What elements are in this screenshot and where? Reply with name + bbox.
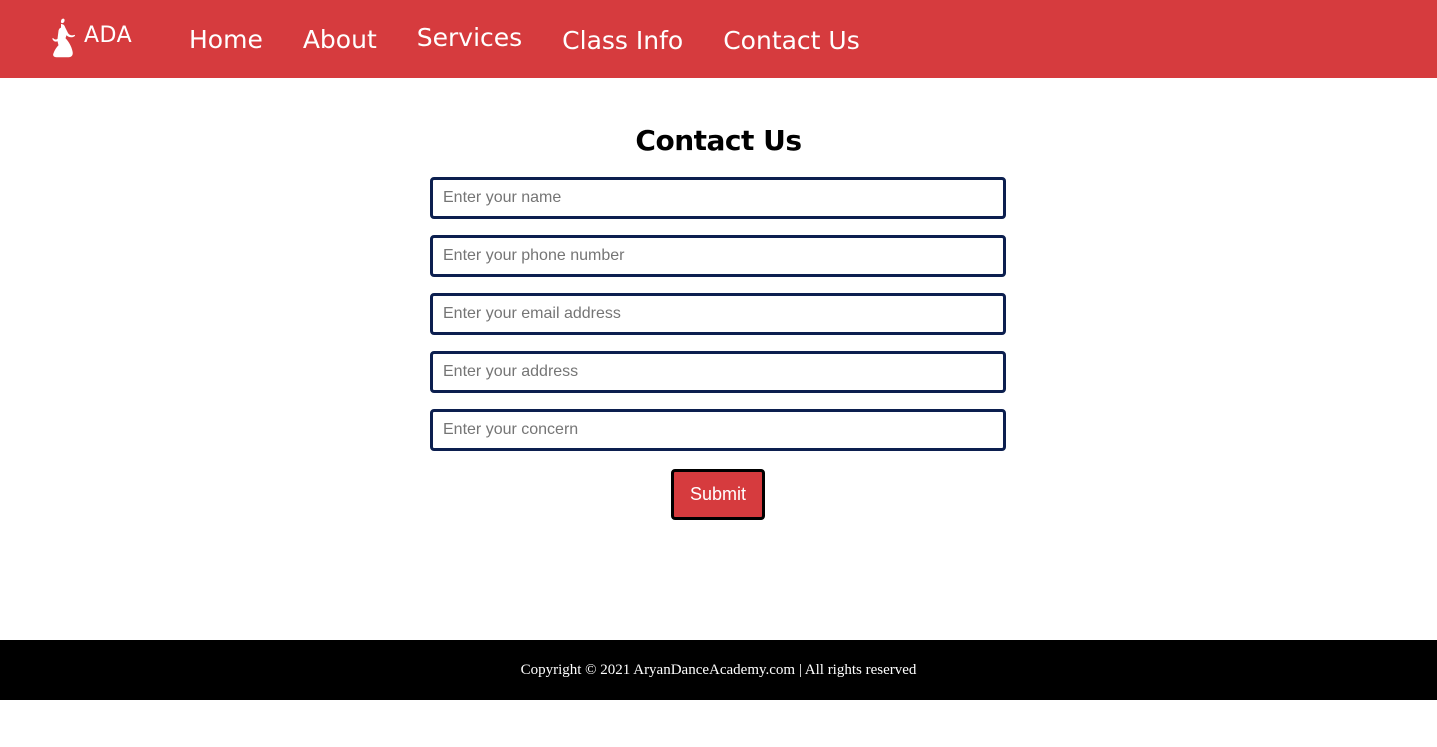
main-nav: Home About Services Class Info Contact U…: [189, 0, 900, 78]
copyright-text: Copyright © 2021 AryanDanceAcademy.com |…: [520, 661, 917, 678]
nav-item-about[interactable]: About: [303, 25, 377, 54]
submit-button[interactable]: Submit: [671, 469, 765, 520]
email-input[interactable]: [430, 293, 1006, 335]
nav-item-home[interactable]: Home: [189, 25, 263, 54]
concern-input[interactable]: [430, 409, 1006, 451]
logo[interactable]: ADA: [46, 16, 132, 62]
address-input[interactable]: [430, 351, 1006, 393]
nav-item-contact-us[interactable]: Contact Us: [723, 26, 860, 55]
logo-text: ADA: [84, 22, 133, 48]
dancer-icon: [52, 18, 76, 58]
page-title: Contact Us: [635, 124, 802, 157]
nav-item-class-info[interactable]: Class Info: [562, 26, 683, 55]
phone-input[interactable]: [430, 235, 1006, 277]
name-input[interactable]: [430, 177, 1006, 219]
nav-item-services[interactable]: Services: [417, 23, 522, 52]
footer: Copyright © 2021 AryanDanceAcademy.com |…: [0, 640, 1437, 700]
navbar: ADA Home About Services Class Info Conta…: [0, 0, 1437, 78]
